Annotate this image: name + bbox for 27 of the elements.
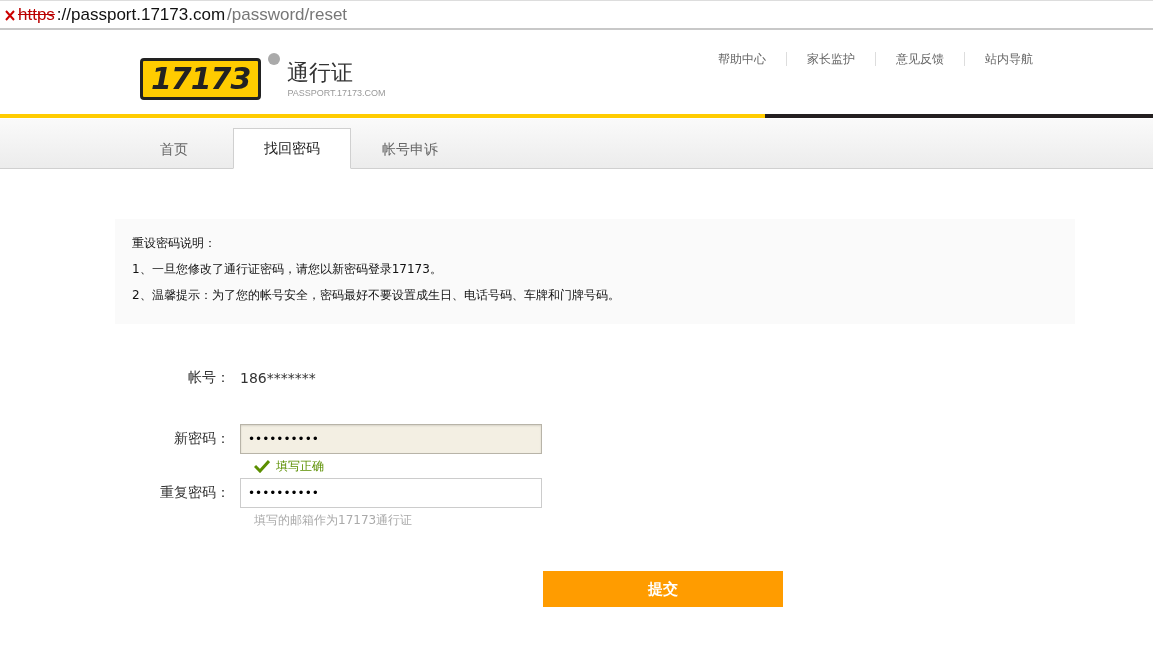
valid-message: 填写正确 <box>276 457 324 475</box>
nav-tab[interactable]: 帐号申诉 <box>351 129 469 169</box>
url-scheme: https <box>18 4 55 25</box>
field-label: 新密码： <box>173 430 231 448</box>
logo-mark[interactable]: 17173 <box>140 58 262 100</box>
nav-tab[interactable]: 找回密码 <box>233 128 351 169</box>
header-link[interactable]: 帮助中心 <box>698 52 786 66</box>
password-field[interactable]: •••••••••• <box>240 424 542 454</box>
url-path: /password/reset <box>227 4 348 25</box>
notice-line: 2、温馨提示：为了您的帐号安全，密码最好不要设置成生日、电话号码、车牌和门牌号码。 <box>132 287 621 304</box>
header-link[interactable]: 意见反馈 <box>875 52 964 66</box>
check-icon <box>254 459 270 473</box>
notice-line: 1、一旦您修改了通行证密码，请您以新密码登录17173。 <box>132 261 443 278</box>
header-link[interactable]: 站内导航 <box>964 52 1053 66</box>
account-value: 186******* <box>240 370 316 386</box>
url-host: ://passport.17173.com <box>56 4 226 25</box>
nav-tab[interactable]: 首页 <box>115 129 233 169</box>
logo-subtitle: PASSPORT.17173.COM <box>287 88 386 98</box>
password-field[interactable]: •••••••••• <box>240 478 542 508</box>
header-link[interactable]: 家长监护 <box>786 52 875 66</box>
dot-icon <box>267 52 282 66</box>
field-label: 重复密码： <box>159 484 231 502</box>
notice-title: 重设密码说明： <box>132 235 217 252</box>
address-bar[interactable]: https://passport.17173.com/password/reset <box>0 0 1153 30</box>
logo-title: 通行证 <box>287 59 355 87</box>
hint-text: 填写的邮箱作为17173通行证 <box>254 511 413 529</box>
field-label: 帐号： <box>187 369 231 387</box>
